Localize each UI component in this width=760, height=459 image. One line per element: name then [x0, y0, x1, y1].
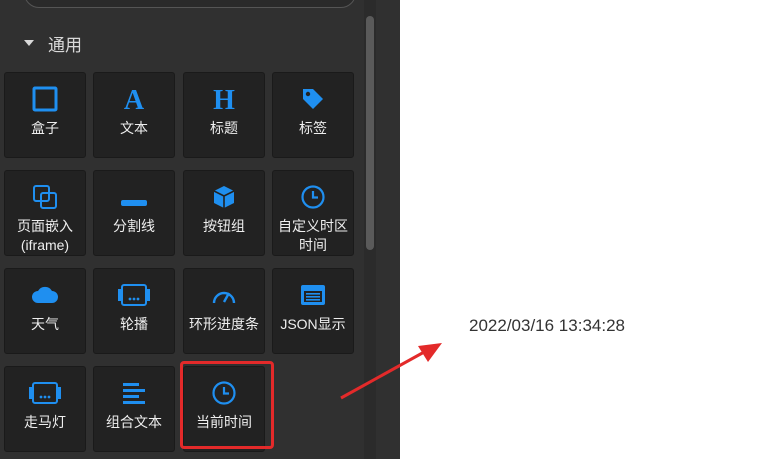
- annotation-arrow: [340, 343, 442, 400]
- current-time-preview: 2022/03/16 13:34:28: [469, 316, 625, 335]
